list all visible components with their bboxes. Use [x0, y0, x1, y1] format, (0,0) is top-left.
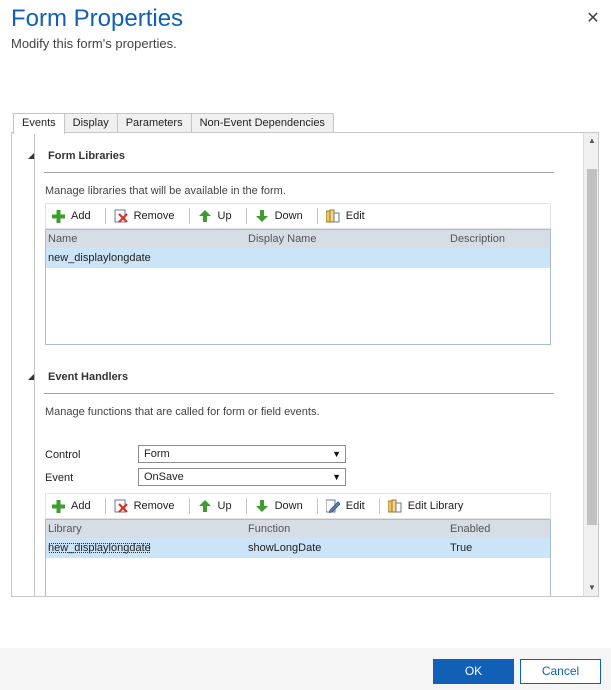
down-label: Down	[274, 210, 303, 222]
tab-display[interactable]: Display	[63, 113, 118, 133]
up-label: Up	[217, 500, 232, 512]
tab-parameters[interactable]: Parameters	[116, 113, 192, 133]
column-header-description[interactable]: Description	[450, 230, 550, 248]
edit-library-label: Edit Library	[407, 500, 464, 512]
events-panel-content: ◢ Form Libraries Manage libraries that w…	[12, 133, 582, 596]
form-libraries-header: ◢ Form Libraries	[28, 150, 126, 162]
event-handlers-header: ◢ Event Handlers	[28, 371, 129, 383]
edit-label: Edit	[345, 500, 365, 512]
dropdown-arrow-icon: ▼	[332, 449, 341, 459]
table-row[interactable]: new_displaylongdate	[46, 248, 550, 268]
table-row[interactable]: new_displaylongdate showLongDate True	[46, 538, 550, 558]
arrow-down-icon	[255, 209, 269, 223]
event-handlers-rule	[44, 393, 554, 394]
plus-icon	[51, 209, 65, 223]
plus-icon	[51, 499, 65, 513]
toolbar-separator	[245, 498, 247, 514]
column-header-enabled[interactable]: Enabled	[450, 520, 550, 538]
toolbar-separator	[316, 208, 318, 224]
vertical-scrollbar[interactable]: ▲ ▼	[583, 133, 598, 596]
add-label: Add	[71, 210, 91, 222]
remove-icon	[114, 209, 128, 223]
arrow-down-icon	[255, 499, 269, 513]
cell-description	[450, 248, 550, 268]
toolbar-separator	[316, 498, 318, 514]
remove-library-button[interactable]: Remove	[112, 207, 181, 225]
form-libraries-grid: Name Display Name Description new_displa…	[45, 229, 551, 345]
move-down-button[interactable]: Down	[253, 207, 309, 225]
remove-handler-button[interactable]: Remove	[112, 497, 181, 515]
column-header-function[interactable]: Function	[248, 520, 450, 538]
toolbar-separator	[104, 498, 106, 514]
down-label: Down	[274, 500, 303, 512]
form-libraries-toolbar: Add Remove Up Down Edit	[45, 203, 551, 229]
event-handlers-title: Event Handlers	[48, 371, 129, 383]
library-edit-icon	[325, 209, 340, 223]
move-up-button[interactable]: Up	[196, 497, 238, 515]
remove-label: Remove	[133, 210, 175, 222]
column-header-display-name[interactable]: Display Name	[248, 230, 450, 248]
close-icon[interactable]: ✕	[584, 10, 602, 28]
remove-label: Remove	[133, 500, 175, 512]
section-divider	[34, 133, 35, 596]
toolbar-separator	[188, 208, 190, 224]
arrow-up-icon	[198, 209, 212, 223]
tab-events[interactable]: Events	[13, 113, 65, 134]
remove-icon	[114, 499, 128, 513]
event-handlers-toolbar: Add Remove Up Down Edit Edit Library	[45, 493, 551, 519]
toolbar-separator	[378, 498, 380, 514]
control-label: Control	[45, 449, 81, 461]
toolbar-separator	[104, 208, 106, 224]
events-panel: ◢ Form Libraries Manage libraries that w…	[11, 132, 599, 597]
move-down-button[interactable]: Down	[253, 497, 309, 515]
cancel-button[interactable]: Cancel	[520, 659, 601, 684]
grid-header: Library Function Enabled	[46, 520, 550, 538]
cell-name: new_displaylongdate	[48, 252, 151, 264]
edit-library-button[interactable]: Edit	[324, 207, 371, 225]
form-libraries-rule	[44, 172, 554, 173]
add-library-button[interactable]: Add	[49, 207, 97, 225]
collapse-triangle-icon[interactable]: ◢	[28, 151, 34, 160]
column-header-library[interactable]: Library	[46, 520, 248, 538]
edit-label: Edit	[345, 210, 365, 222]
control-select-value: Form	[144, 448, 170, 460]
event-label: Event	[45, 472, 74, 484]
cell-function: showLongDate	[248, 542, 322, 554]
add-handler-button[interactable]: Add	[49, 497, 97, 515]
add-label: Add	[71, 500, 91, 512]
event-handlers-description: Manage functions that are called for for…	[45, 406, 320, 418]
control-select[interactable]: Form ▼	[138, 445, 346, 463]
dialog-title: Form Properties	[11, 5, 184, 32]
form-libraries-description: Manage libraries that will be available …	[45, 185, 286, 197]
edit-handler-button[interactable]: Edit	[324, 497, 371, 515]
cell-display-name	[248, 248, 450, 268]
event-handlers-grid: Library Function Enabled new_displaylong…	[45, 519, 551, 596]
scrollbar-thumb[interactable]	[587, 169, 597, 525]
edit-library-button[interactable]: Edit Library	[386, 497, 470, 515]
move-up-button[interactable]: Up	[196, 207, 238, 225]
dialog-subtitle: Modify this form's properties.	[11, 36, 177, 51]
collapse-triangle-icon[interactable]: ◢	[28, 372, 34, 381]
form-libraries-title: Form Libraries	[48, 150, 126, 162]
tab-non-event-dependencies[interactable]: Non-Event Dependencies	[190, 113, 334, 133]
column-header-name[interactable]: Name	[46, 230, 248, 248]
cell-library: new_displaylongdate	[46, 538, 248, 558]
tab-strip: Events Display Parameters Non-Event Depe…	[13, 113, 334, 134]
event-select-value: OnSave	[144, 471, 184, 483]
dropdown-arrow-icon: ▼	[332, 472, 341, 482]
cell-enabled: True	[450, 542, 473, 554]
toolbar-separator	[188, 498, 190, 514]
scroll-down-arrow-icon[interactable]: ▼	[584, 580, 598, 596]
pencil-edit-icon	[325, 499, 340, 513]
cell-library-text: new_displaylongdate	[48, 542, 151, 554]
ok-button[interactable]: OK	[433, 659, 514, 684]
grid-header: Name Display Name Description	[46, 230, 550, 248]
event-select[interactable]: OnSave ▼	[138, 468, 346, 486]
arrow-up-icon	[198, 499, 212, 513]
scroll-up-arrow-icon[interactable]: ▲	[584, 133, 598, 149]
up-label: Up	[217, 210, 232, 222]
toolbar-separator	[245, 208, 247, 224]
library-edit-icon	[387, 499, 402, 513]
